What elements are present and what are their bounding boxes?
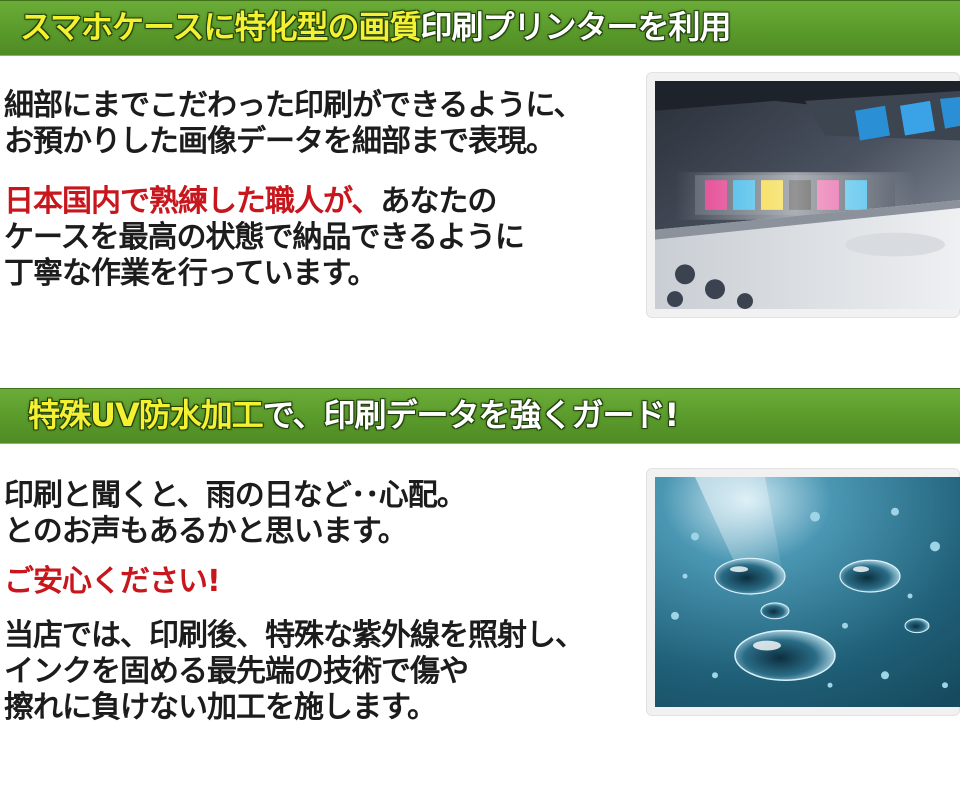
text-line: 丁寧な作業を行っています。 <box>4 256 377 291</box>
text-line: インクを固める最先端の技術で傷や <box>4 654 469 689</box>
printer-paragraph-1: 細部にまでこだわった印刷ができるように、 お預かりした画像データを細部まで表現。 <box>4 88 583 160</box>
text-line: 日本国内で熟練した職人が、あなたの <box>4 184 524 220</box>
uv-section-banner: 特殊UV防水加工で、印刷データを強くガード! <box>0 388 960 444</box>
uv-section-title: 特殊UV防水加工で、印刷データを強くガード! <box>28 395 679 435</box>
printer-paragraph-2: 日本国内で熟練した職人が、あなたの ケースを最高の状態で納品できるように 丁寧な… <box>4 184 525 292</box>
craftsman-highlight: 日本国内で熟練した職人が、 <box>4 184 381 219</box>
banner-title-highlight: スマホケースに特化型の画質 <box>20 8 421 46</box>
banner-title-highlight: 特殊UV防水加工 <box>28 396 264 434</box>
text-line: 印刷と聞くと、雨の日など･･心配。 <box>4 478 467 513</box>
printer-photo-frame <box>646 72 960 318</box>
uv-section: 特殊UV防水加工で、印刷データを強くガード! 印刷と聞くと、雨の日など･･心配。… <box>0 388 960 793</box>
text-line: 細部にまでこだわった印刷ができるように、 <box>4 88 583 123</box>
banner-title-rest: で、印刷データを強くガード! <box>262 396 679 434</box>
water-droplets-photo <box>655 477 960 707</box>
text-line: 当店では、印刷後、特殊な紫外線を照射し、 <box>4 618 585 653</box>
printer-photo <box>655 81 960 309</box>
uv-paragraph-3: 当店では、印刷後、特殊な紫外線を照射し、 インクを固める最先端の技術で傷や 擦れ… <box>4 618 585 726</box>
printer-section-banner: スマホケースに特化型の画質印刷プリンターを利用 <box>0 0 960 56</box>
printer-section: スマホケースに特化型の画質印刷プリンターを利用 細部にまでこだわった印刷ができる… <box>0 0 960 360</box>
text-line: お預かりした画像データを細部まで表現。 <box>4 124 556 159</box>
banner-title-rest: 印刷プリンターを利用 <box>420 8 731 46</box>
text-line: とのお声もあるかと思います。 <box>4 514 408 549</box>
text-line: 擦れに負けない加工を施します。 <box>4 690 437 725</box>
reassurance-text: ご安心ください! <box>4 564 221 599</box>
text-fragment: あなたの <box>380 184 497 219</box>
printer-section-title: スマホケースに特化型の画質印刷プリンターを利用 <box>20 7 731 47</box>
uv-paragraph-1: 印刷と聞くと、雨の日など･･心配。 とのお声もあるかと思います。 <box>4 478 467 550</box>
text-line: ケースを最高の状態で納品できるように <box>4 220 525 255</box>
water-photo-frame <box>646 468 960 716</box>
